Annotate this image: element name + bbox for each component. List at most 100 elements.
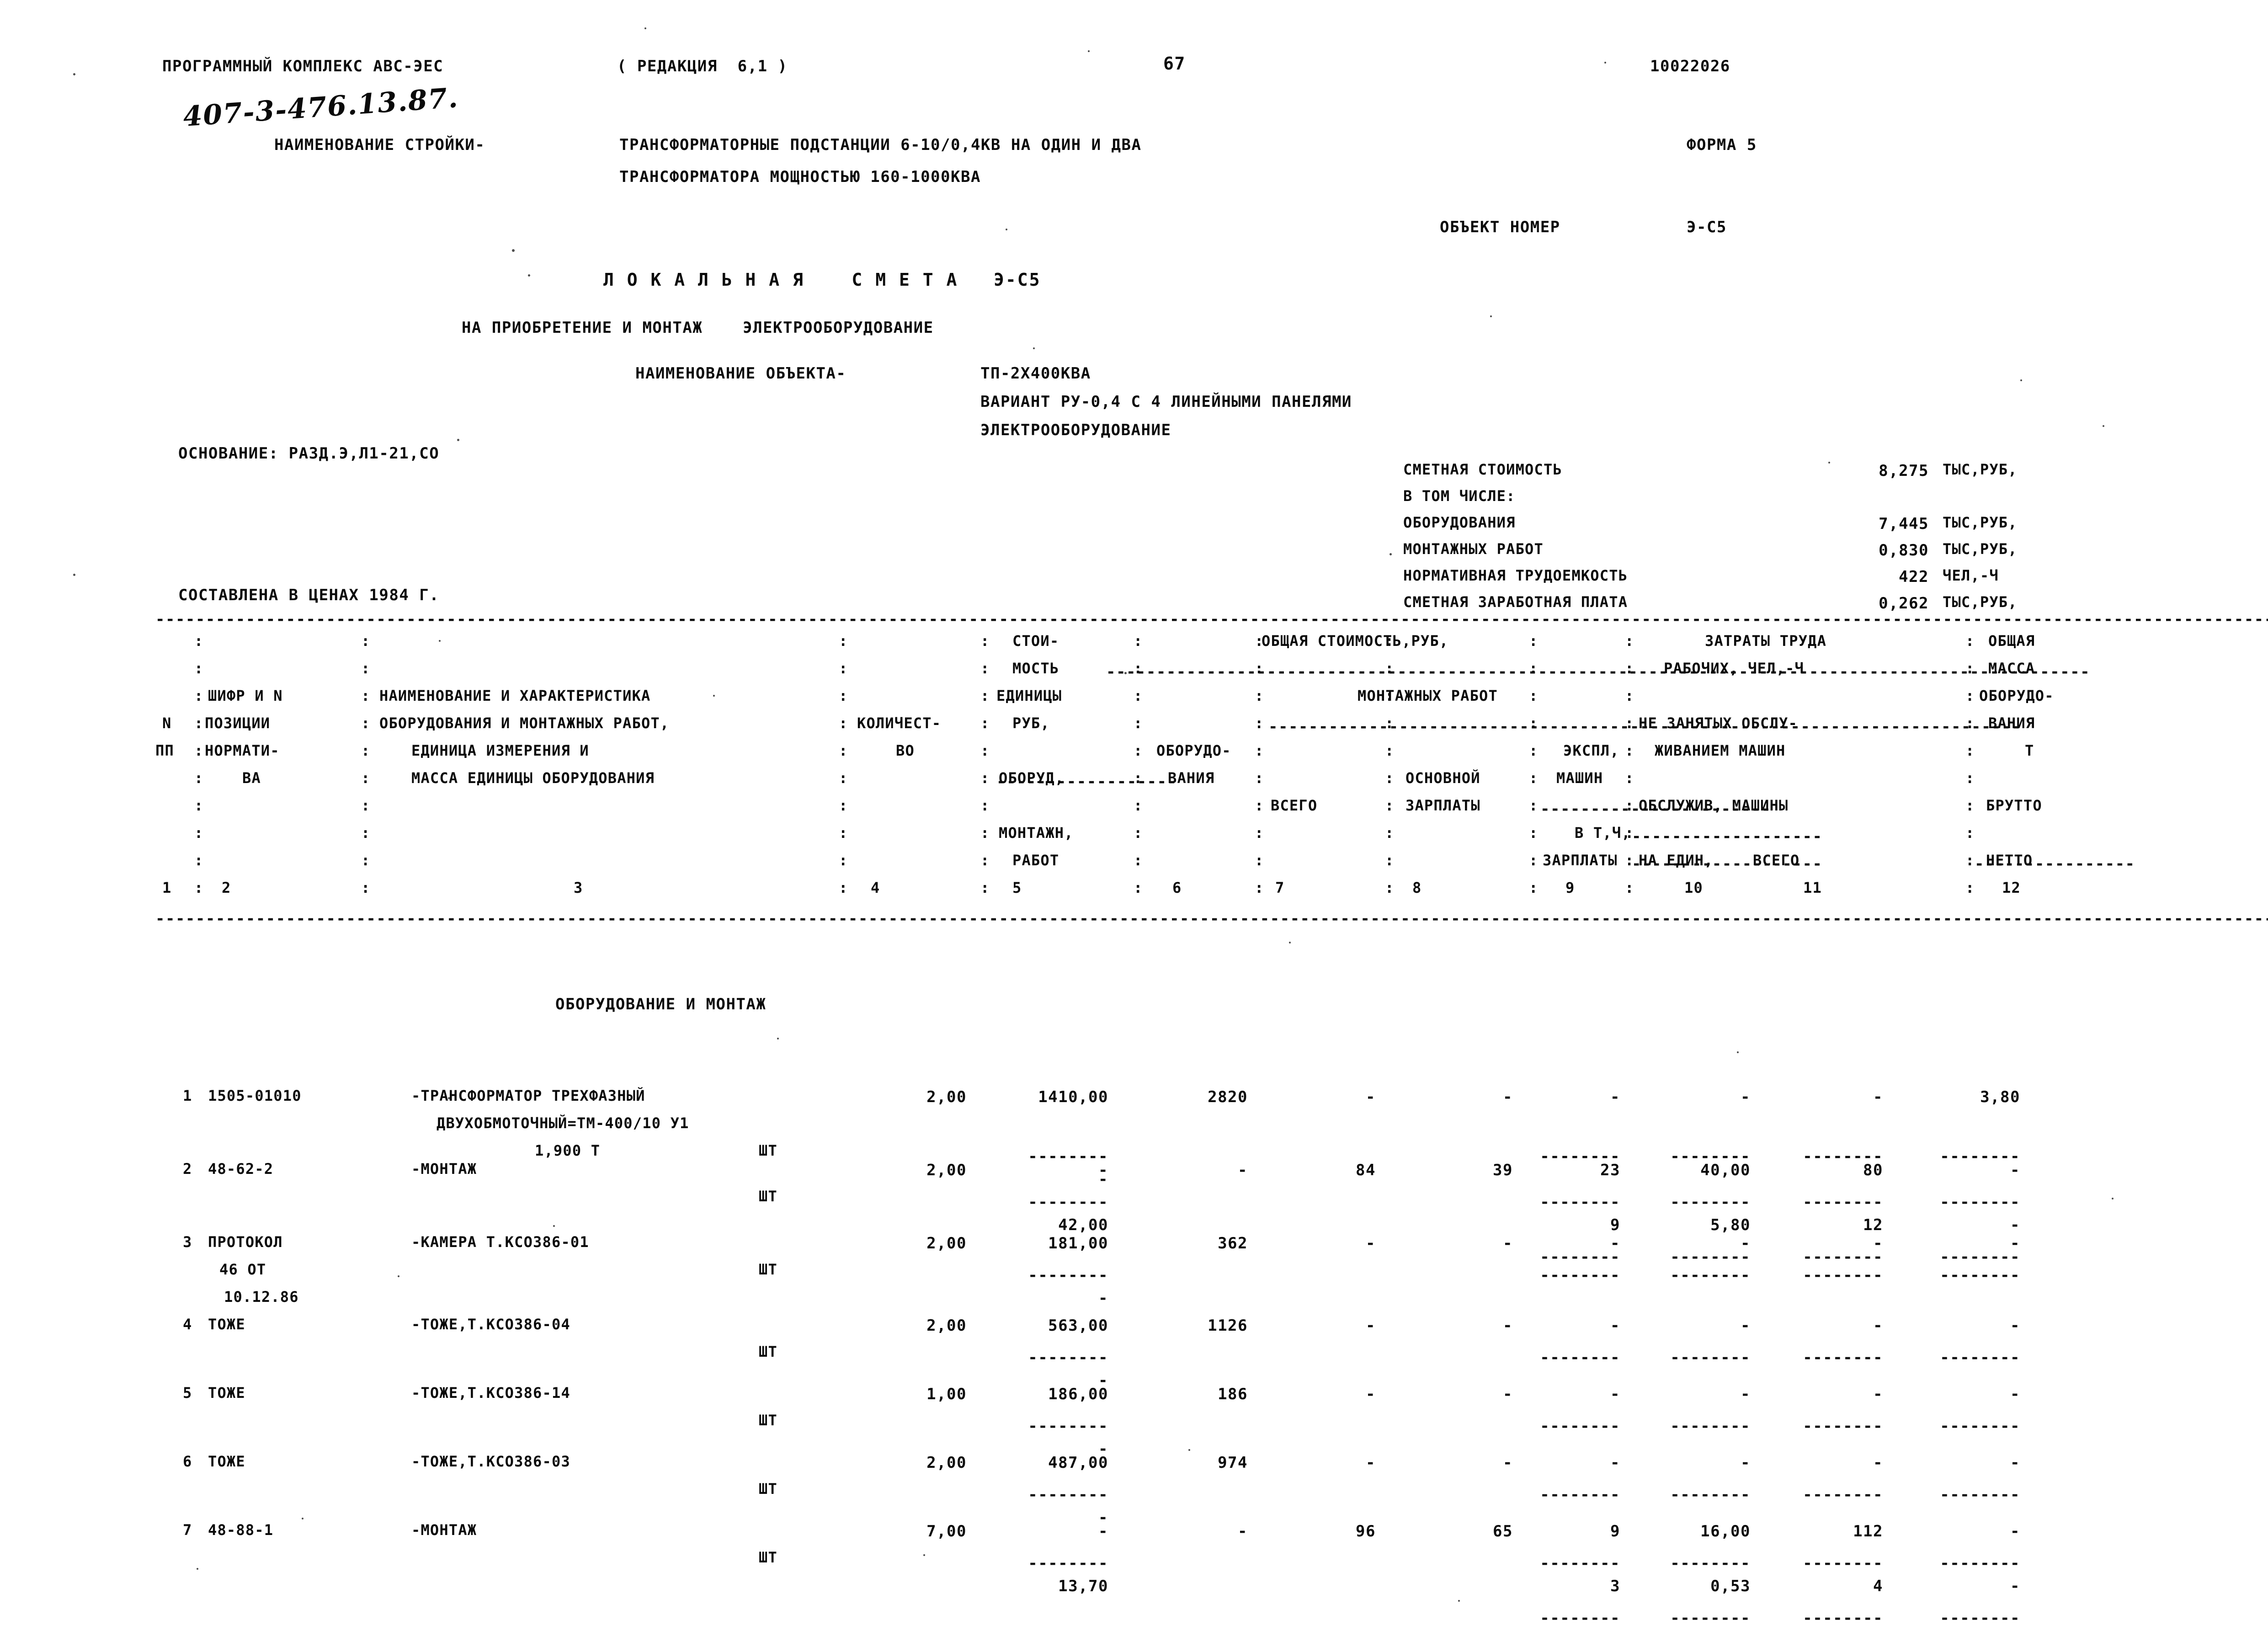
row-mach: - bbox=[1610, 1088, 1620, 1106]
row-total-all: - bbox=[1366, 1234, 1376, 1253]
th-mount-basic-2: ЗАРПЛАТЫ bbox=[1406, 797, 1480, 814]
cell-rule: -------- bbox=[1028, 1417, 1108, 1435]
row-number: 6 bbox=[183, 1453, 192, 1470]
row-mach: - bbox=[1610, 1234, 1620, 1253]
column-separator: : bbox=[980, 742, 990, 759]
column-number: 8 bbox=[1412, 879, 1422, 896]
row-unit: ШТ bbox=[759, 1188, 777, 1205]
column-separator: : bbox=[1385, 879, 1395, 896]
cell-rule: -------- bbox=[1940, 1193, 2020, 1211]
th-mass-6: БРУТТО bbox=[1986, 797, 2042, 814]
th-total-equip-1: ОБОРУДО- bbox=[1156, 742, 1231, 759]
purpose-line: НА ПРИОБРЕТЕНИЕ И МОНТАЖ ЭЛЕКТРООБОРУДОВ… bbox=[462, 319, 934, 337]
row-per-unit: - bbox=[1741, 1088, 1751, 1106]
column-separator: : bbox=[1255, 769, 1264, 787]
th-code-3: НОРМАТИ- bbox=[205, 742, 280, 759]
th-unitcost-4: РУБ, bbox=[1012, 714, 1050, 732]
column-separator: : bbox=[1965, 797, 1975, 814]
column-separator: : bbox=[1134, 879, 1143, 896]
th-qty-1: КОЛИЧЕСТ- bbox=[857, 714, 942, 732]
column-separator: : bbox=[194, 632, 204, 650]
column-separator: : bbox=[1625, 879, 1634, 896]
row-per-unit: - bbox=[1741, 1317, 1751, 1335]
row-number: 3 bbox=[183, 1233, 192, 1251]
row-number: 2 bbox=[183, 1160, 192, 1178]
table-rule-inner-2: ----------------------------------------… bbox=[1268, 718, 2022, 736]
column-separator: : bbox=[1529, 769, 1539, 787]
summary-value: 422 bbox=[1899, 568, 1929, 586]
row-unit: ШТ bbox=[759, 1261, 777, 1278]
column-separator: : bbox=[361, 660, 371, 677]
row-total-all: 84 bbox=[1356, 1161, 1376, 1179]
row-unit-cost: 487,00 bbox=[1048, 1454, 1108, 1472]
column-separator: : bbox=[1385, 769, 1395, 787]
column-separator: : bbox=[361, 824, 371, 842]
scan-speck bbox=[2020, 379, 2022, 381]
column-separator: : bbox=[1134, 742, 1143, 759]
th-mount-mach-1: ЭКСПЛ, bbox=[1563, 742, 1619, 759]
row-per-unit: 16,00 bbox=[1700, 1522, 1751, 1540]
row-mass-unit: 1,900 Т bbox=[535, 1142, 601, 1159]
row-unit-cost-mount: - bbox=[1098, 1289, 1108, 1307]
scan-speck bbox=[448, 1097, 450, 1099]
column-separator: : bbox=[361, 879, 371, 896]
column-separator: : bbox=[980, 797, 990, 814]
row-code: ТОЖЕ bbox=[208, 1453, 245, 1470]
row-labor-all: - bbox=[1873, 1385, 1883, 1403]
cell-rule: -------- bbox=[1540, 1486, 1620, 1504]
summary-unit: ТЫС,РУБ, bbox=[1943, 593, 2018, 611]
object-number-label: ОБЪЕКТ НОМЕР bbox=[1440, 218, 1560, 236]
column-number: 6 bbox=[1172, 879, 1182, 896]
column-number: 5 bbox=[1012, 879, 1022, 896]
column-number: 4 bbox=[871, 879, 880, 896]
row-qty: 2,00 bbox=[926, 1317, 967, 1335]
cell-rule: -------- bbox=[1940, 1417, 2020, 1435]
column-separator: : bbox=[194, 714, 204, 732]
cell-rule: -------- bbox=[1940, 1609, 2020, 1627]
column-separator: : bbox=[839, 879, 848, 896]
table-rule-inner-7: ---------------- bbox=[1975, 855, 2135, 873]
cell-rule: -------- bbox=[1540, 1554, 1620, 1572]
column-separator: : bbox=[361, 769, 371, 787]
column-separator: : bbox=[1385, 742, 1395, 759]
column-separator: : bbox=[839, 852, 848, 869]
row-name: -КАМЕРА Т.КСО386-01 bbox=[411, 1233, 589, 1251]
column-separator: : bbox=[1529, 852, 1539, 869]
column-separator: : bbox=[361, 714, 371, 732]
column-separator: : bbox=[194, 852, 204, 869]
basis-line: ОСНОВАНИЕ: РАЗД.Э,Л1-21,СО bbox=[178, 444, 440, 463]
summary-label: НОРМАТИВНАЯ ТРУДОЕМКОСТЬ bbox=[1403, 567, 1628, 584]
column-number: 9 bbox=[1565, 879, 1575, 896]
scan-speck bbox=[713, 695, 715, 697]
cell-rule: -------- bbox=[1803, 1417, 1883, 1435]
th-labor-title: ЗАТРАТЫ ТРУДА bbox=[1705, 632, 1827, 650]
column-separator: : bbox=[1255, 797, 1264, 814]
row-total-basic: - bbox=[1503, 1234, 1513, 1253]
column-separator: : bbox=[839, 632, 848, 650]
row-per-unit: - bbox=[1741, 1385, 1751, 1403]
column-separator: : bbox=[980, 714, 990, 732]
section-title: ОБОРУДОВАНИЕ И МОНТАЖ bbox=[555, 995, 767, 1013]
row-labor-all: - bbox=[1873, 1317, 1883, 1335]
row-labor-all-sub: 4 bbox=[1873, 1577, 1883, 1595]
column-number: 1 bbox=[162, 879, 172, 896]
column-separator: : bbox=[194, 824, 204, 842]
summary-value: 0,830 bbox=[1879, 541, 1929, 560]
table-rule-inner-6: ------------------- bbox=[1632, 855, 1823, 873]
table-rule-inner-1: ----------------------------------------… bbox=[1106, 663, 2091, 681]
row-labor-all: - bbox=[1873, 1234, 1883, 1253]
th-qty-2: ВО bbox=[896, 742, 915, 759]
form-label: ФОРМА 5 bbox=[1687, 136, 1757, 154]
row-mass-net: - bbox=[2010, 1317, 2020, 1335]
cell-rule: -------- bbox=[1670, 1417, 1751, 1435]
row-total-all: 96 bbox=[1356, 1522, 1376, 1540]
object-name-label: НАИМЕНОВАНИЕ ОБЪЕКТА- bbox=[635, 364, 847, 383]
row-unit: ШТ bbox=[759, 1549, 777, 1566]
scan-speck bbox=[302, 1518, 303, 1519]
object-name-line-1: ТП-2Х400КВА bbox=[980, 364, 1091, 383]
stroyka-line-2: ТРАНСФОРМАТОРА МОЩНОСТЬЮ 160-1000КВА bbox=[619, 168, 981, 186]
scan-speck bbox=[1289, 942, 1291, 943]
scan-speck bbox=[1737, 1051, 1739, 1053]
row-mach: - bbox=[1610, 1385, 1620, 1403]
column-separator: : bbox=[839, 660, 848, 677]
